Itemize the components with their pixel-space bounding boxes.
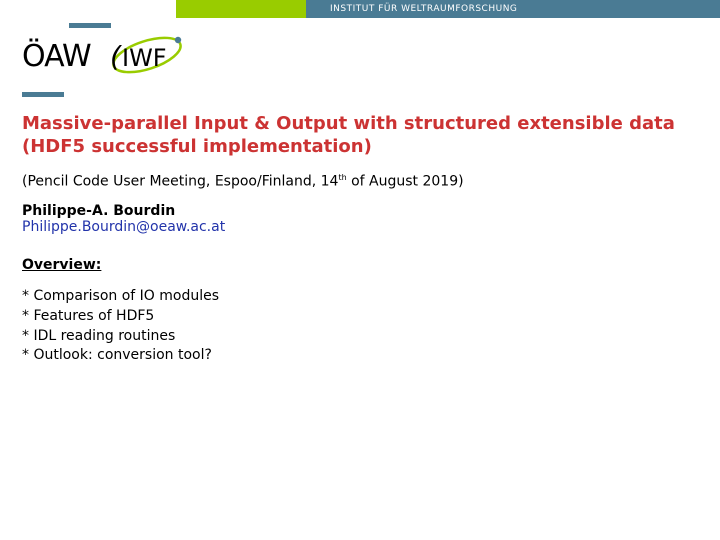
meeting-ordinal: th: [338, 173, 346, 182]
meeting-prefix: (Pencil Code User Meeting, Espoo/Finland…: [22, 173, 338, 189]
author-name: Philippe-A. Bourdin: [22, 203, 698, 219]
overview-item: * Outlook: conversion tool?: [22, 346, 698, 366]
logo-accent-bottom: [22, 92, 64, 97]
overview-items: * Comparison of IO modules * Features of…: [22, 287, 698, 365]
slide: INSTITUT FÜR WELTRAUMFORSCHUNG ÖAW ( IWF…: [0, 0, 720, 540]
overview-heading: Overview:: [22, 257, 698, 273]
meeting-suffix: of August 2019): [347, 173, 464, 189]
overview-item: * IDL reading routines: [22, 327, 698, 347]
logo-area: ÖAW ( IWF: [22, 26, 192, 86]
overview-item: * Features of HDF5: [22, 307, 698, 327]
header-bar: INSTITUT FÜR WELTRAUMFORSCHUNG: [0, 0, 720, 18]
svg-text:IWF: IWF: [122, 44, 167, 72]
meeting-info: (Pencil Code User Meeting, Espoo/Finland…: [22, 173, 698, 190]
title-line-1: Massive-parallel Input & Output with str…: [22, 112, 698, 135]
iwf-logo: ( IWF: [102, 30, 192, 80]
overview-item: * Comparison of IO modules: [22, 287, 698, 307]
content-area: Massive-parallel Input & Output with str…: [22, 112, 698, 366]
header-institute: INSTITUT FÜR WELTRAUMFORSCHUNG: [306, 0, 720, 18]
oaw-logo-text: ÖAW: [22, 39, 91, 74]
title-line-2: (HDF5 successful implementation): [22, 135, 698, 158]
header-accent-green: [176, 0, 306, 18]
slide-title: Massive-parallel Input & Output with str…: [22, 112, 698, 159]
author-email: Philippe.Bourdin@oeaw.ac.at: [22, 219, 698, 235]
logo-accent-top: [69, 23, 111, 28]
svg-text:(: (: [110, 40, 122, 73]
